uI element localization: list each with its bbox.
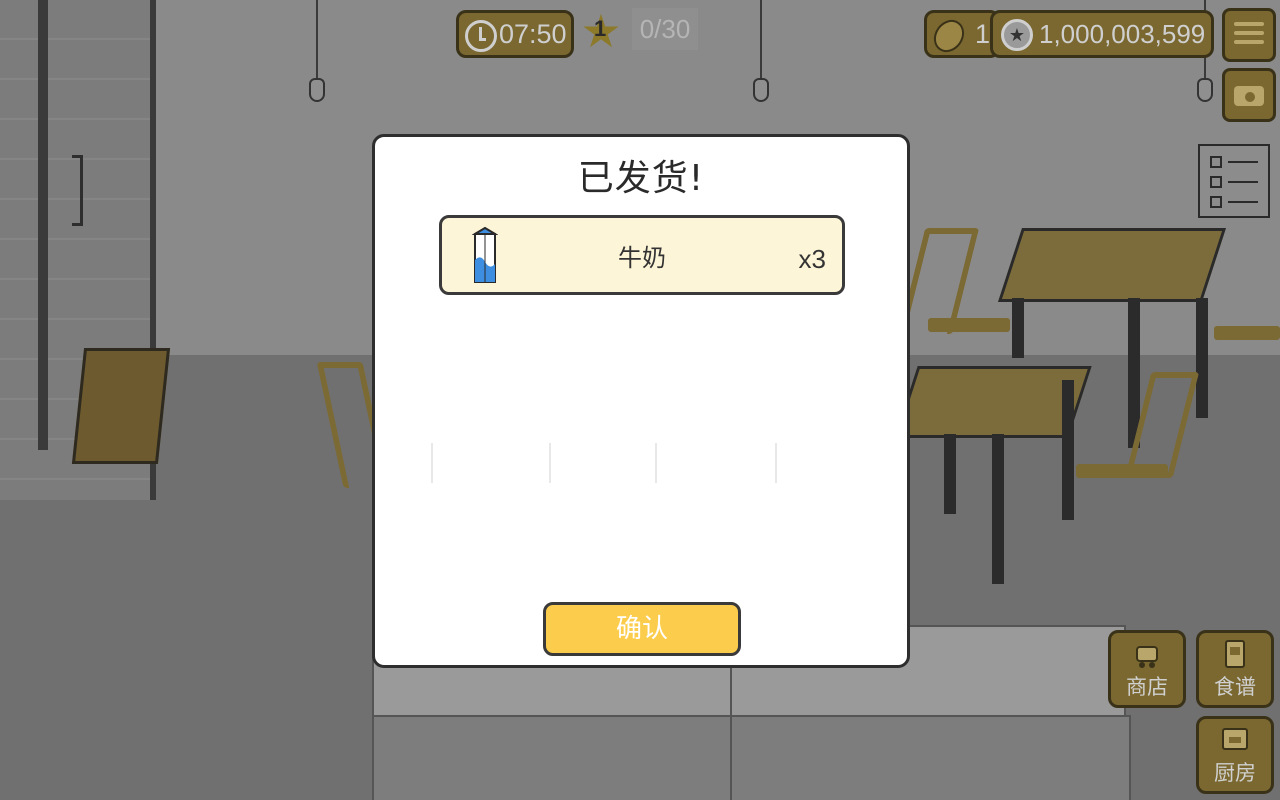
door-handle bbox=[72, 155, 83, 226]
sketch-mark bbox=[431, 443, 433, 483]
pendant-cord bbox=[316, 0, 318, 78]
bean-count: 1 bbox=[975, 19, 991, 49]
chair-seat bbox=[928, 318, 1010, 332]
timer-display: 07:50 bbox=[456, 10, 574, 58]
confirm-button[interactable]: 确认 bbox=[543, 602, 741, 656]
shop-label: 商店 bbox=[1126, 675, 1168, 699]
coffee-bean-icon bbox=[927, 14, 971, 55]
recipe-book-icon bbox=[1225, 640, 1245, 668]
coffee-machine-icon bbox=[1222, 728, 1248, 750]
sketch-mark bbox=[549, 443, 551, 483]
pendant-bulb bbox=[753, 78, 769, 102]
cafe-table bbox=[997, 228, 1227, 302]
sketch-mark bbox=[775, 443, 777, 483]
pendant-cord bbox=[760, 0, 762, 78]
coin-count: 1,000,003,599 bbox=[1039, 19, 1206, 49]
star-level: 1 bbox=[594, 16, 607, 41]
item-name: 牛奶 bbox=[618, 244, 666, 272]
sketch-mark bbox=[655, 443, 657, 483]
shop-button[interactable]: 商店 bbox=[1108, 630, 1186, 708]
recipe-button[interactable]: 食谱 bbox=[1196, 630, 1274, 708]
checklist-button[interactable] bbox=[1198, 144, 1270, 218]
timer-text: 07:50 bbox=[499, 19, 567, 49]
delivered-item-row: 牛奶 x3 bbox=[439, 215, 845, 295]
chair-seat bbox=[1214, 326, 1280, 340]
bean-currency: 1 bbox=[924, 10, 1000, 58]
pendant-bulb bbox=[1197, 78, 1213, 102]
table-leg bbox=[1196, 298, 1208, 418]
coffee-sign-board bbox=[71, 348, 171, 464]
progress-counter: 0/30 bbox=[632, 8, 698, 50]
kitchen-label: 厨房 bbox=[1214, 761, 1256, 785]
coin-icon: ★ bbox=[1001, 19, 1033, 51]
kitchen-button[interactable]: 厨房 bbox=[1196, 716, 1274, 794]
table-leg bbox=[1062, 380, 1074, 520]
table-leg bbox=[992, 434, 1004, 584]
item-quantity: x3 bbox=[798, 244, 826, 274]
shop-cart-icon bbox=[1136, 646, 1158, 668]
pendant-bulb bbox=[309, 78, 325, 102]
dialog-title: 已发货! bbox=[577, 158, 705, 199]
clock-icon bbox=[465, 20, 497, 52]
counter-front bbox=[372, 715, 1131, 800]
menu-button[interactable] bbox=[1222, 8, 1276, 62]
table-leg bbox=[944, 434, 956, 514]
delivery-dialog: 已发货! 牛奶 x3 确认 bbox=[372, 134, 910, 668]
coin-currency: ★ 1,000,003,599 bbox=[990, 10, 1214, 58]
camera-button[interactable] bbox=[1222, 68, 1276, 122]
table-leg bbox=[1012, 298, 1024, 358]
recipe-label: 食谱 bbox=[1214, 675, 1256, 699]
chair-seat bbox=[1076, 464, 1168, 478]
door-frame bbox=[38, 0, 48, 450]
